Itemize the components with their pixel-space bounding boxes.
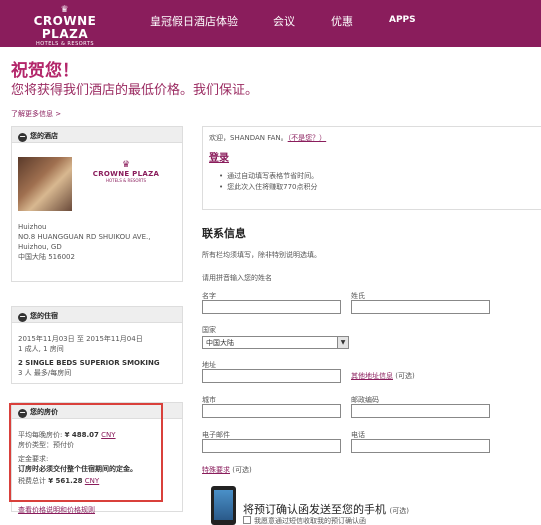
view-price-rules-link[interactable]: 查看价格说明和价格规则: [18, 505, 95, 515]
benefits-list: 通过自动填写表格节省时间。 您此次入住将赚取770点积分: [219, 171, 318, 193]
hotel-address-line1: NO.8 HUANGGUAN RD SHUIKOU AVE.,: [18, 233, 151, 241]
welcome-line: 欢迎，SHANDAN FAN。（不是您？）: [209, 133, 326, 143]
country-value: 中国大陆: [206, 339, 234, 347]
nav-item-experience[interactable]: 皇冠假日酒店体验: [150, 13, 238, 29]
collapse-icon[interactable]: −: [18, 133, 27, 142]
hotel-logo-brand: CROWNE PLAZA: [92, 170, 160, 178]
address-input[interactable]: [202, 369, 341, 383]
hotel-address-line2: Huizhou, GD: [18, 243, 62, 251]
sms-checkbox-label: 我愿意通过短信收取我的预订确认函: [254, 517, 366, 525]
list-item: 您此次入住将赚取770点积分: [219, 182, 318, 193]
other-address-row: 其他地址信息 (可选): [351, 371, 415, 381]
contact-info-title: 联系信息: [202, 227, 246, 240]
hotel-photo: [18, 157, 72, 211]
hotel-city: Huizhou: [18, 223, 47, 231]
list-item: 通过自动填写表格节省时间。: [219, 171, 318, 182]
optional-tag: (可选): [395, 372, 415, 380]
email-input[interactable]: [202, 439, 341, 453]
hotel-panel-title: 您的酒店: [30, 132, 58, 140]
hotel-logo: ♛ CROWNE PLAZA HOTELS & RESORTS: [86, 160, 166, 183]
stay-panel-title: 您的住宿: [30, 312, 58, 320]
chevron-down-icon[interactable]: ▼: [337, 337, 348, 348]
phone-input[interactable]: [351, 439, 490, 453]
nav-item-offers[interactable]: 优惠: [331, 13, 353, 29]
other-address-link[interactable]: 其他地址信息: [351, 372, 393, 380]
hotel-address-line3: 中国大陆 516002: [18, 253, 75, 261]
page-headline: 祝贺您！: [11, 61, 79, 81]
special-request-link[interactable]: 特殊要求: [202, 466, 230, 474]
sms-title-text: 将预订确认函发送至您的手机: [243, 503, 386, 516]
stay-occupancy: 3 人 最多/每房间: [18, 369, 72, 377]
stay-dates: 2015年11月03日 至 2015年11月04日: [18, 335, 143, 343]
name-pinyin-note: 请用拼音输入您的姓名: [202, 274, 272, 282]
logo-brand: CROWNE PLAZA: [33, 14, 97, 41]
special-request-row: 特殊要求 (可选): [202, 465, 252, 475]
hotel-panel-header[interactable]: − 您的酒店: [12, 127, 182, 143]
postcode-input[interactable]: [351, 404, 490, 418]
price-highlight-box: [9, 403, 163, 502]
sms-checkbox[interactable]: [243, 516, 251, 524]
collapse-icon[interactable]: −: [18, 313, 27, 322]
phone-screen: [214, 490, 233, 520]
top-nav: ♛ CROWNE PLAZA HOTELS & RESORTS 皇冠假日酒店体验…: [0, 0, 541, 47]
first-name-input[interactable]: [202, 300, 341, 314]
stay-panel: − 您的住宿 2015年11月03日 至 2015年11月04日 1 成人, 1 …: [11, 306, 183, 384]
page-subhead: 您将获得我们酒店的最低价格。我们保证。: [11, 83, 259, 98]
crown-icon: ♛: [121, 160, 131, 170]
nav-item-meetings[interactable]: 会议: [273, 13, 295, 29]
learn-more-link[interactable]: 了解更多信息 >: [11, 109, 61, 119]
welcome-box: 欢迎，SHANDAN FAN。（不是您？） 登录 通过自动填写表格节省时间。 您…: [202, 126, 541, 210]
welcome-text: 欢迎，SHANDAN FAN。: [209, 134, 288, 142]
sms-checkbox-row[interactable]: 我愿意通过短信收取我的预订确认函: [243, 516, 366, 525]
mobile-phone-icon: [211, 486, 236, 525]
logo-sub: HOTELS & RESORTS: [35, 41, 95, 47]
hotel-address: Huizhou NO.8 HUANGGUAN RD SHUIKOU AVE., …: [18, 222, 150, 262]
stay-panel-header[interactable]: − 您的住宿: [12, 307, 182, 323]
hotel-panel: − 您的酒店 ♛ CROWNE PLAZA HOTELS & RESORTS Hu…: [11, 126, 183, 282]
hotel-logo-sub: HOTELS & RESORTS: [105, 178, 147, 183]
not-you-link[interactable]: （不是您？）: [288, 134, 327, 142]
sms-confirmation-title: 将预订确认函发送至您的手机 (可选): [243, 501, 409, 517]
optional-tag: (可选): [232, 466, 252, 474]
last-name-input[interactable]: [351, 300, 490, 314]
nav-item-apps[interactable]: APPS: [389, 15, 416, 25]
crowne-plaza-logo[interactable]: ♛ CROWNE PLAZA HOTELS & RESORTS: [24, 6, 106, 48]
country-label: 国家: [202, 326, 216, 334]
stay-room-type: 2 SINGLE BEDS SUPERIOR SMOKING: [18, 359, 160, 367]
city-input[interactable]: [202, 404, 341, 418]
stay-details: 2015年11月03日 至 2015年11月04日 1 成人, 1 房间 2 S…: [18, 334, 160, 378]
login-link[interactable]: 登录: [209, 149, 229, 164]
optional-tag: (可选): [389, 507, 409, 515]
country-select[interactable]: 中国大陆 ▼: [202, 336, 349, 349]
required-note: 所有栏均须填写，除非特别说明选填。: [202, 251, 321, 259]
stay-guests: 1 成人, 1 房间: [18, 345, 64, 353]
